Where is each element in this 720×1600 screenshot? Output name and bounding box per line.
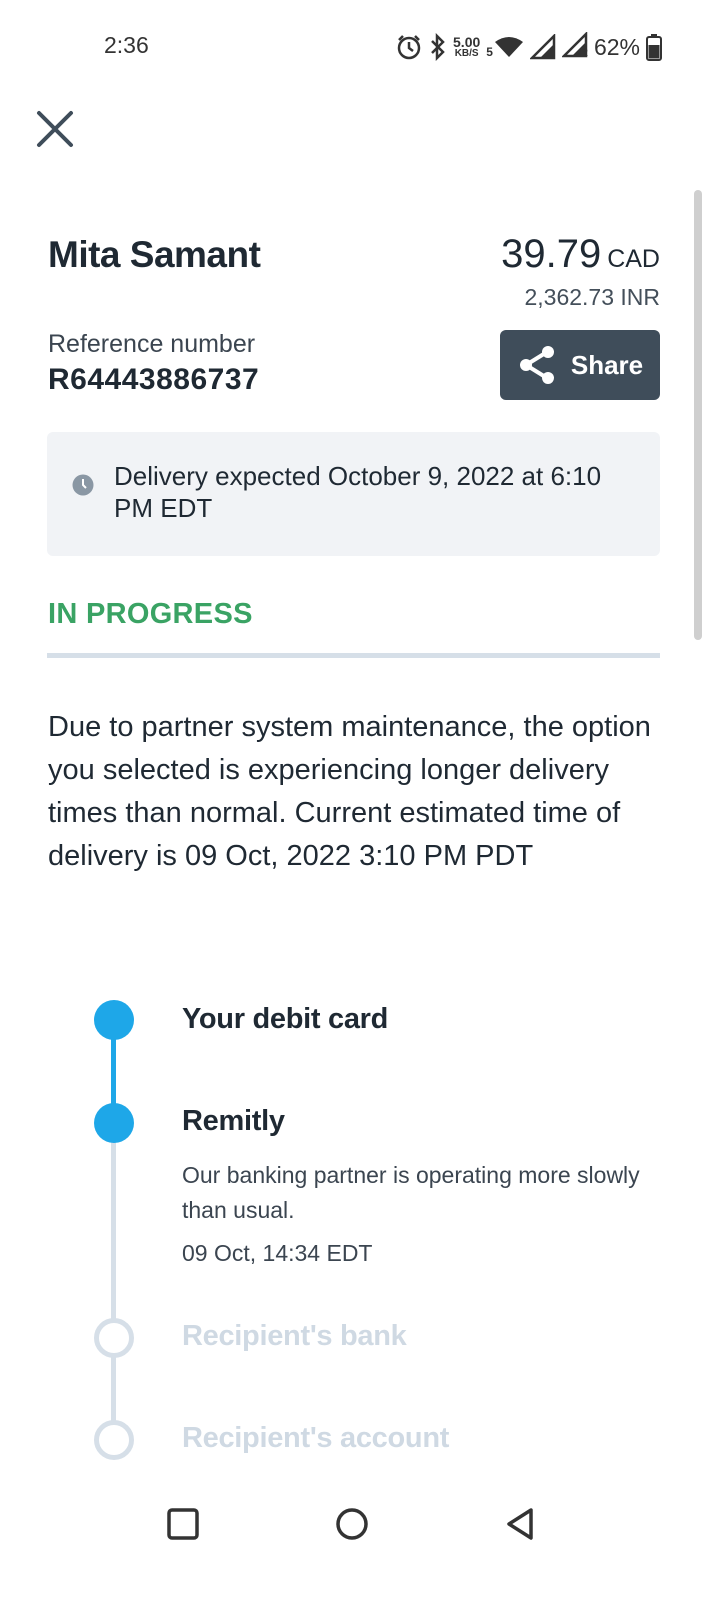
battery-percent: 62%: [593, 33, 640, 60]
timeline-dot-pending: [94, 1318, 134, 1358]
timeline-line-pending: [111, 1124, 116, 1442]
net-speed-indicator: 5.00 KB/S: [453, 35, 480, 59]
status-time: 2:36: [104, 32, 149, 58]
timeline-dot-complete: [94, 1000, 134, 1040]
wifi-indicator: 5: [486, 35, 524, 59]
timeline-step-title: Your debit card: [182, 1003, 389, 1035]
battery-icon: [646, 34, 662, 61]
amount-value: 39.79: [501, 232, 602, 276]
share-icon: [519, 346, 554, 384]
reference-number: R64443886737: [48, 363, 260, 396]
timeline-step-description: Our banking partner is operating more sl…: [182, 1162, 640, 1223]
status-label: IN PROGRESS: [48, 598, 253, 630]
home-button[interactable]: [332, 1502, 372, 1548]
triangle-back-icon: [507, 1508, 533, 1540]
share-button[interactable]: Share: [500, 330, 660, 400]
converted-amount: 2,362.73 INR: [524, 284, 660, 310]
close-button[interactable]: [32, 106, 78, 152]
back-button[interactable]: [500, 1502, 540, 1548]
circle-icon: [336, 1508, 368, 1540]
scrollbar[interactable]: [694, 190, 702, 640]
close-icon: [37, 111, 73, 147]
timeline-step-title: Recipient's bank: [182, 1320, 407, 1352]
signal-icon: [529, 34, 556, 60]
amount: 39.79 CAD: [501, 232, 660, 277]
timeline-step-title: Remitly: [182, 1105, 285, 1137]
timeline-dot-pending: [94, 1420, 134, 1460]
delivery-expected-text: Delivery expected October 9, 2022 at 6:1…: [114, 461, 602, 523]
bluetooth-icon: [431, 33, 445, 61]
wifi-icon: [494, 37, 523, 57]
system-nav-bar: [0, 1480, 720, 1570]
recipient-name: Mita Samant: [48, 234, 261, 275]
status-icons: 5.00 KB/S 5 R 62%: [395, 30, 662, 64]
share-label: Share: [570, 349, 644, 380]
divider: [47, 653, 660, 658]
roaming-label: R: [579, 46, 588, 59]
timeline-step-title: Recipient's account: [182, 1422, 450, 1454]
reference-label: Reference number: [48, 330, 256, 358]
square-icon: [167, 1508, 199, 1540]
network-type-label: 5: [486, 45, 493, 59]
timeline-step-timestamp: 09 Oct, 14:34 EDT: [182, 1240, 373, 1266]
notice-text: Due to partner system maintenance, the o…: [48, 711, 651, 872]
clock-icon: [72, 474, 94, 496]
timeline-dot-complete: [94, 1103, 134, 1143]
net-speed-unit: KB/S: [454, 48, 479, 59]
amount-currency: CAD: [607, 245, 660, 273]
recents-button[interactable]: [164, 1502, 204, 1548]
signal-roaming: R: [560, 30, 588, 63]
net-speed-value: 5.00: [453, 34, 481, 50]
alarm-icon: [397, 35, 421, 60]
